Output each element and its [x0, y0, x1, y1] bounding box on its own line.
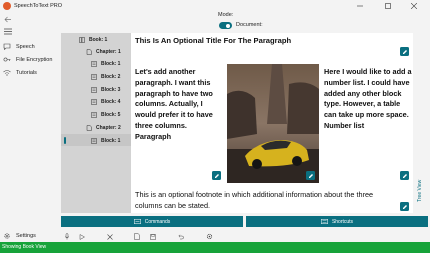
nav-item-label: Speech — [16, 43, 35, 50]
back-button[interactable] — [4, 16, 12, 23]
block-icon — [91, 86, 97, 93]
tree-node-label: Block: 5 — [101, 111, 121, 118]
page-icon — [86, 48, 92, 55]
mode-value-label: Document: — [236, 22, 263, 28]
nav-item-label: Tutorials — [16, 69, 37, 76]
wifi-icon — [3, 70, 11, 76]
tree-view-tab-label: Tree View — [417, 179, 423, 202]
key-icon — [3, 57, 11, 62]
tree-view-tab[interactable]: Tree View — [417, 180, 425, 202]
close-icon — [411, 3, 417, 9]
speech-icon — [3, 43, 11, 50]
tree-selection-indicator — [64, 137, 66, 144]
edit-icon — [402, 49, 407, 54]
footnote-text[interactable]: This is an optional footnote in which ad… — [135, 190, 397, 212]
nav-item-file-encryption[interactable]: File Encryption — [3, 55, 59, 64]
car-image — [227, 64, 319, 183]
tree-node-book[interactable]: Book: 1 — [79, 34, 107, 45]
microphone-icon — [64, 233, 70, 240]
tree-node-chapter[interactable]: Chapter: 1 — [86, 46, 121, 57]
hamburger-button[interactable] — [4, 28, 12, 35]
shortcuts-label: Shortcuts — [331, 218, 354, 225]
nav-item-tutorials[interactable]: Tutorials — [3, 68, 59, 77]
minimize-icon — [357, 5, 363, 7]
nav-item-speech[interactable]: Speech — [3, 42, 59, 51]
settings-gear-icon — [206, 233, 212, 240]
edit-title-button[interactable] — [400, 47, 409, 56]
toggle-knob — [226, 23, 230, 28]
tree-node-label: Block: 4 — [101, 98, 121, 105]
mode-label: Mode: — [218, 12, 234, 18]
nav-item-label: File Encryption — [16, 56, 53, 63]
tree-node-label: Book: 1 — [89, 36, 108, 43]
commands-label: Commands — [144, 218, 171, 225]
status-text: Showing Book View — [2, 244, 47, 250]
back-arrow-icon — [4, 16, 11, 23]
column-1-text[interactable]: Let's add another paragraph. I want this… — [135, 67, 223, 143]
maximize-icon — [385, 3, 391, 9]
edit-footnote-button[interactable] — [400, 202, 409, 211]
maximize-button[interactable] — [378, 0, 398, 12]
block-icon — [91, 111, 97, 118]
block-icon — [91, 60, 97, 67]
edit-icon — [402, 173, 407, 178]
tree-node-label: Block: 2 — [101, 73, 121, 80]
undo-button[interactable] — [176, 232, 186, 241]
microphone-button[interactable] — [62, 232, 72, 241]
keyboard-icon — [320, 219, 328, 224]
book-icon — [79, 36, 85, 43]
tree-node-label: Block: 1 — [101, 60, 121, 67]
play-button[interactable] — [77, 232, 87, 241]
close-button[interactable] — [404, 0, 424, 12]
tree-node-block[interactable]: Block: 3 — [91, 84, 120, 95]
tree-node-chapter[interactable]: Chapter: 2 — [86, 122, 121, 133]
tree-node-block-selected[interactable]: Block: 1 — [91, 135, 120, 146]
tree-node-block[interactable]: Block: 1 — [91, 58, 120, 69]
block-icon — [91, 98, 97, 105]
paragraph-title[interactable]: This Is An Optional Title For The Paragr… — [135, 36, 400, 46]
edit-icon — [402, 204, 407, 209]
edit-icon — [214, 173, 219, 178]
block-icon — [91, 137, 97, 144]
nav-item-settings[interactable]: Settings — [3, 231, 59, 240]
shortcuts-button[interactable]: Shortcuts — [246, 216, 428, 227]
page-icon — [86, 124, 92, 131]
edit-column-3-button[interactable] — [400, 171, 409, 180]
clear-button[interactable] — [105, 232, 115, 241]
edit-column-1-button[interactable] — [212, 171, 221, 180]
settings-label: Settings — [16, 232, 36, 239]
undo-icon — [178, 234, 184, 239]
tree-node-label: Chapter: 1 — [96, 48, 121, 55]
tree-node-block[interactable]: Block: 4 — [91, 96, 120, 107]
car-illustration — [227, 64, 319, 183]
block-icon — [91, 73, 97, 80]
tree-node-block[interactable]: Block: 5 — [91, 109, 120, 120]
minimize-button[interactable] — [350, 0, 370, 12]
hamburger-icon — [4, 28, 12, 35]
tree-node-label: Block: 1 — [101, 137, 121, 144]
new-document-button[interactable] — [132, 232, 142, 241]
commands-icon — [133, 219, 141, 224]
play-icon — [79, 233, 85, 240]
clear-icon — [107, 233, 113, 240]
save-button[interactable] — [148, 232, 158, 241]
save-icon — [150, 233, 156, 240]
app-title: SpeechToText PRO — [14, 3, 62, 9]
status-bar — [0, 242, 430, 253]
column-3-text[interactable]: Here I would like to add a number list. … — [324, 67, 412, 132]
options-button[interactable] — [204, 232, 214, 241]
edit-icon — [308, 173, 313, 178]
app-logo-icon — [3, 2, 11, 10]
document-icon — [134, 233, 140, 240]
tree-node-block[interactable]: Block: 2 — [91, 71, 120, 82]
gear-icon — [4, 232, 10, 239]
tree-node-label: Chapter: 2 — [96, 124, 121, 131]
tree-node-label: Block: 3 — [101, 86, 121, 93]
edit-image-button[interactable] — [306, 171, 315, 180]
commands-button[interactable]: Commands — [61, 216, 243, 227]
